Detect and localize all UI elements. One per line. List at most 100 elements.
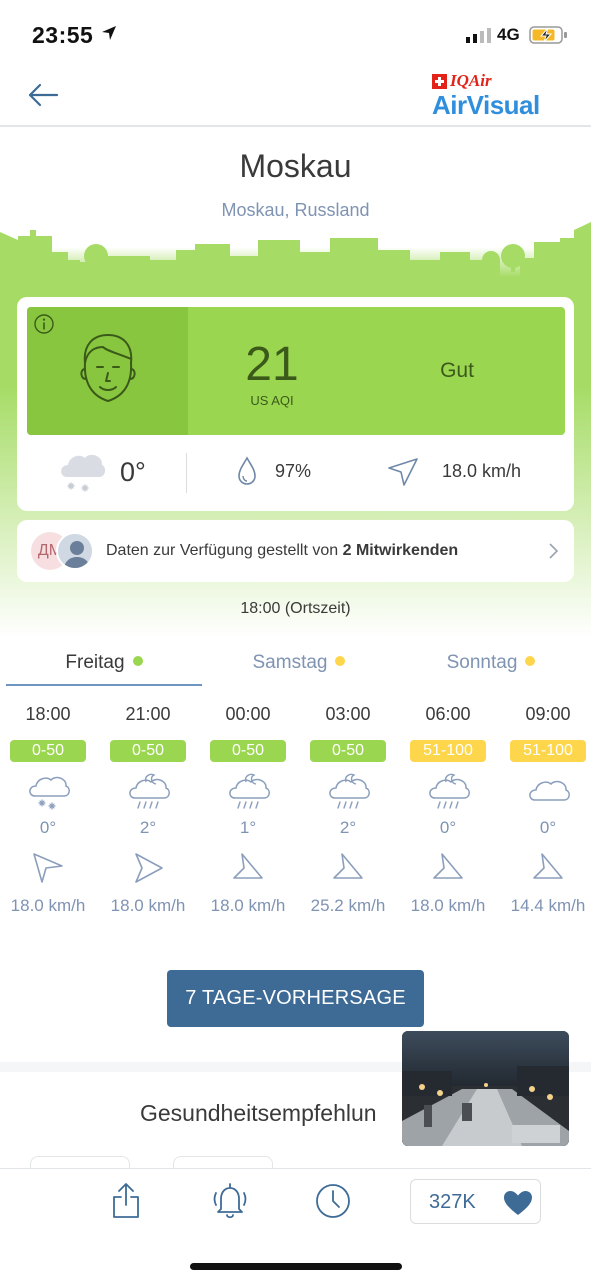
like-button[interactable]: 327K [410, 1179, 541, 1224]
night-rain-cloud-icon [229, 773, 270, 809]
status-time: 23:55 [32, 22, 94, 48]
hour-wind-speed: 18.0 km/h [110, 896, 186, 915]
app-header: IQAir AirVisual [0, 64, 591, 127]
hourly-forecast[interactable]: 18:00 0-50 0° 18.0 km/h 21:00 0-50 2° 18… [0, 700, 591, 930]
night-rain-cloud-icon [329, 773, 370, 809]
aqi-value: 21 [245, 338, 299, 391]
hour-time: 09:00 [525, 704, 571, 724]
humidity-drop-icon [238, 456, 256, 485]
contributors-row[interactable]: ДМ Daten zur Verfügung gestellt von 2 Mi… [17, 520, 574, 582]
aqi-face-area [27, 307, 188, 435]
hour-temperature: 2° [139, 818, 157, 837]
contributor-avatar-photo [56, 532, 94, 570]
bottom-toolbar: 327K [0, 1168, 591, 1280]
status-bar: 23:55 4G [0, 0, 591, 64]
current-temperature: 0° [120, 457, 146, 487]
swiss-flag-icon [432, 73, 447, 89]
tab-samstag[interactable]: Samstag [204, 652, 394, 684]
hourly-item: 00:00 0-50 1° 18.0 km/h [198, 700, 298, 930]
wind-direction-icon [333, 853, 363, 879]
contributors-count: 2 Mitwirkenden [342, 542, 459, 559]
aqi-card: 21 US AQI Gut 0° 97% 18.0 km/h [17, 297, 574, 511]
aqi-unit: US AQI [250, 393, 294, 408]
day-tabs: Freitag Samstag Sonntag [0, 652, 591, 686]
seven-day-forecast-button[interactable]: 7 TAGE-VORHERSAGE [167, 970, 424, 1027]
hour-temperature: 2° [339, 818, 357, 837]
wind-direction-icon [433, 853, 463, 879]
night-rain-cloud-icon [129, 773, 170, 809]
webcam-video-thumbnail[interactable] [402, 1031, 569, 1146]
battery-charging-icon [529, 26, 567, 44]
wind-direction-icon [135, 853, 163, 883]
user-silhouette-icon [58, 534, 92, 568]
hourly-item: 03:00 0-50 2° 25.2 km/h [298, 700, 398, 930]
city-title: Moskau [239, 148, 352, 184]
wind-direction-icon [33, 853, 63, 883]
aqi-panel[interactable]: 21 US AQI Gut [27, 307, 565, 435]
city-region: Moskau, Russland [221, 200, 370, 220]
hour-wind-speed: 18.0 km/h [210, 896, 286, 915]
tab-label: Freitag [65, 652, 125, 673]
share-icon[interactable] [110, 1181, 142, 1221]
current-humidity: 97% [275, 461, 312, 481]
hour-temperature: 1° [239, 818, 257, 837]
contributors-text-prefix: Daten zur Verfügung gestellt von [106, 542, 343, 559]
chevron-right-icon [549, 543, 559, 559]
logo-iqair-text: IQAir [450, 71, 492, 90]
tab-freitag[interactable]: Freitag [6, 652, 202, 686]
aqi-dot [335, 656, 346, 666]
hour-temperature: 0° [39, 818, 57, 837]
logo-airvisual-text: AirVisual [432, 90, 540, 120]
hourly-item: 18:00 0-50 0° 18.0 km/h [0, 700, 98, 930]
bell-alert-icon[interactable] [211, 1181, 249, 1221]
home-indicator [190, 1263, 402, 1270]
history-clock-icon[interactable] [314, 1181, 352, 1221]
aqi-badge: 0-50 [210, 740, 286, 762]
aqi-badge: 51-100 [510, 740, 586, 762]
hour-wind-speed: 18.0 km/h [10, 896, 86, 915]
wind-direction-icon [233, 853, 263, 879]
wind-direction-icon [388, 458, 418, 486]
hourly-item: 06:00 51-100 0° 18.0 km/h [398, 700, 498, 930]
wind-direction-icon [533, 853, 563, 879]
hour-time: 03:00 [325, 704, 371, 724]
aqi-dot [132, 656, 143, 666]
hour-time: 00:00 [225, 704, 271, 724]
night-street-image [402, 1031, 569, 1146]
tab-sonntag[interactable]: Sonntag [396, 652, 586, 684]
hour-wind-speed: 14.4 km/h [510, 896, 586, 915]
network-label: 4G [497, 25, 520, 44]
cloud-icon [529, 780, 570, 801]
hour-temperature: 0° [439, 818, 457, 837]
aqi-badge: 51-100 [410, 740, 486, 762]
snow-cloud-icon [29, 776, 70, 810]
heart-icon [504, 1191, 532, 1215]
aqi-dot [525, 656, 536, 666]
location-arrow-icon [102, 26, 116, 40]
snow-cloud-icon [61, 454, 106, 492]
arrow-left-icon[interactable] [26, 78, 60, 112]
health-recommendations-title: Gesundheitsempfehlun [140, 1100, 377, 1126]
aqi-level: Gut [440, 359, 474, 382]
hour-time: 21:00 [125, 704, 171, 724]
hour-temperature: 0° [539, 818, 557, 837]
aqi-badge: 0-50 [110, 740, 186, 762]
city-skyline-illustration [0, 222, 591, 282]
info-icon[interactable] [33, 313, 55, 335]
hour-wind-speed: 25.2 km/h [310, 896, 386, 915]
hourly-item: 21:00 0-50 2° 18.0 km/h [98, 700, 198, 930]
current-wind-speed: 18.0 km/h [442, 461, 522, 481]
current-weather-row: 0° 97% 18.0 km/h [17, 443, 574, 503]
iqair-airvisual-logo: IQAir AirVisual [432, 70, 562, 120]
tab-label: Samstag [252, 652, 328, 673]
hourly-item: 09:00 51-100 0° 14.4 km/h [498, 700, 591, 930]
signal-icon [466, 28, 491, 43]
contributors-text: Daten zur Verfügung gestellt von 2 Mitwi… [106, 542, 458, 560]
like-count: 327K [429, 1191, 476, 1213]
hour-time: 06:00 [425, 704, 471, 724]
hour-time: 18:00 [25, 704, 71, 724]
aqi-badge: 0-50 [310, 740, 386, 762]
aqi-badge: 0-50 [10, 740, 86, 762]
smiley-face-icon [80, 334, 136, 402]
local-time: 18:00 (Ortszeit) [240, 600, 351, 617]
